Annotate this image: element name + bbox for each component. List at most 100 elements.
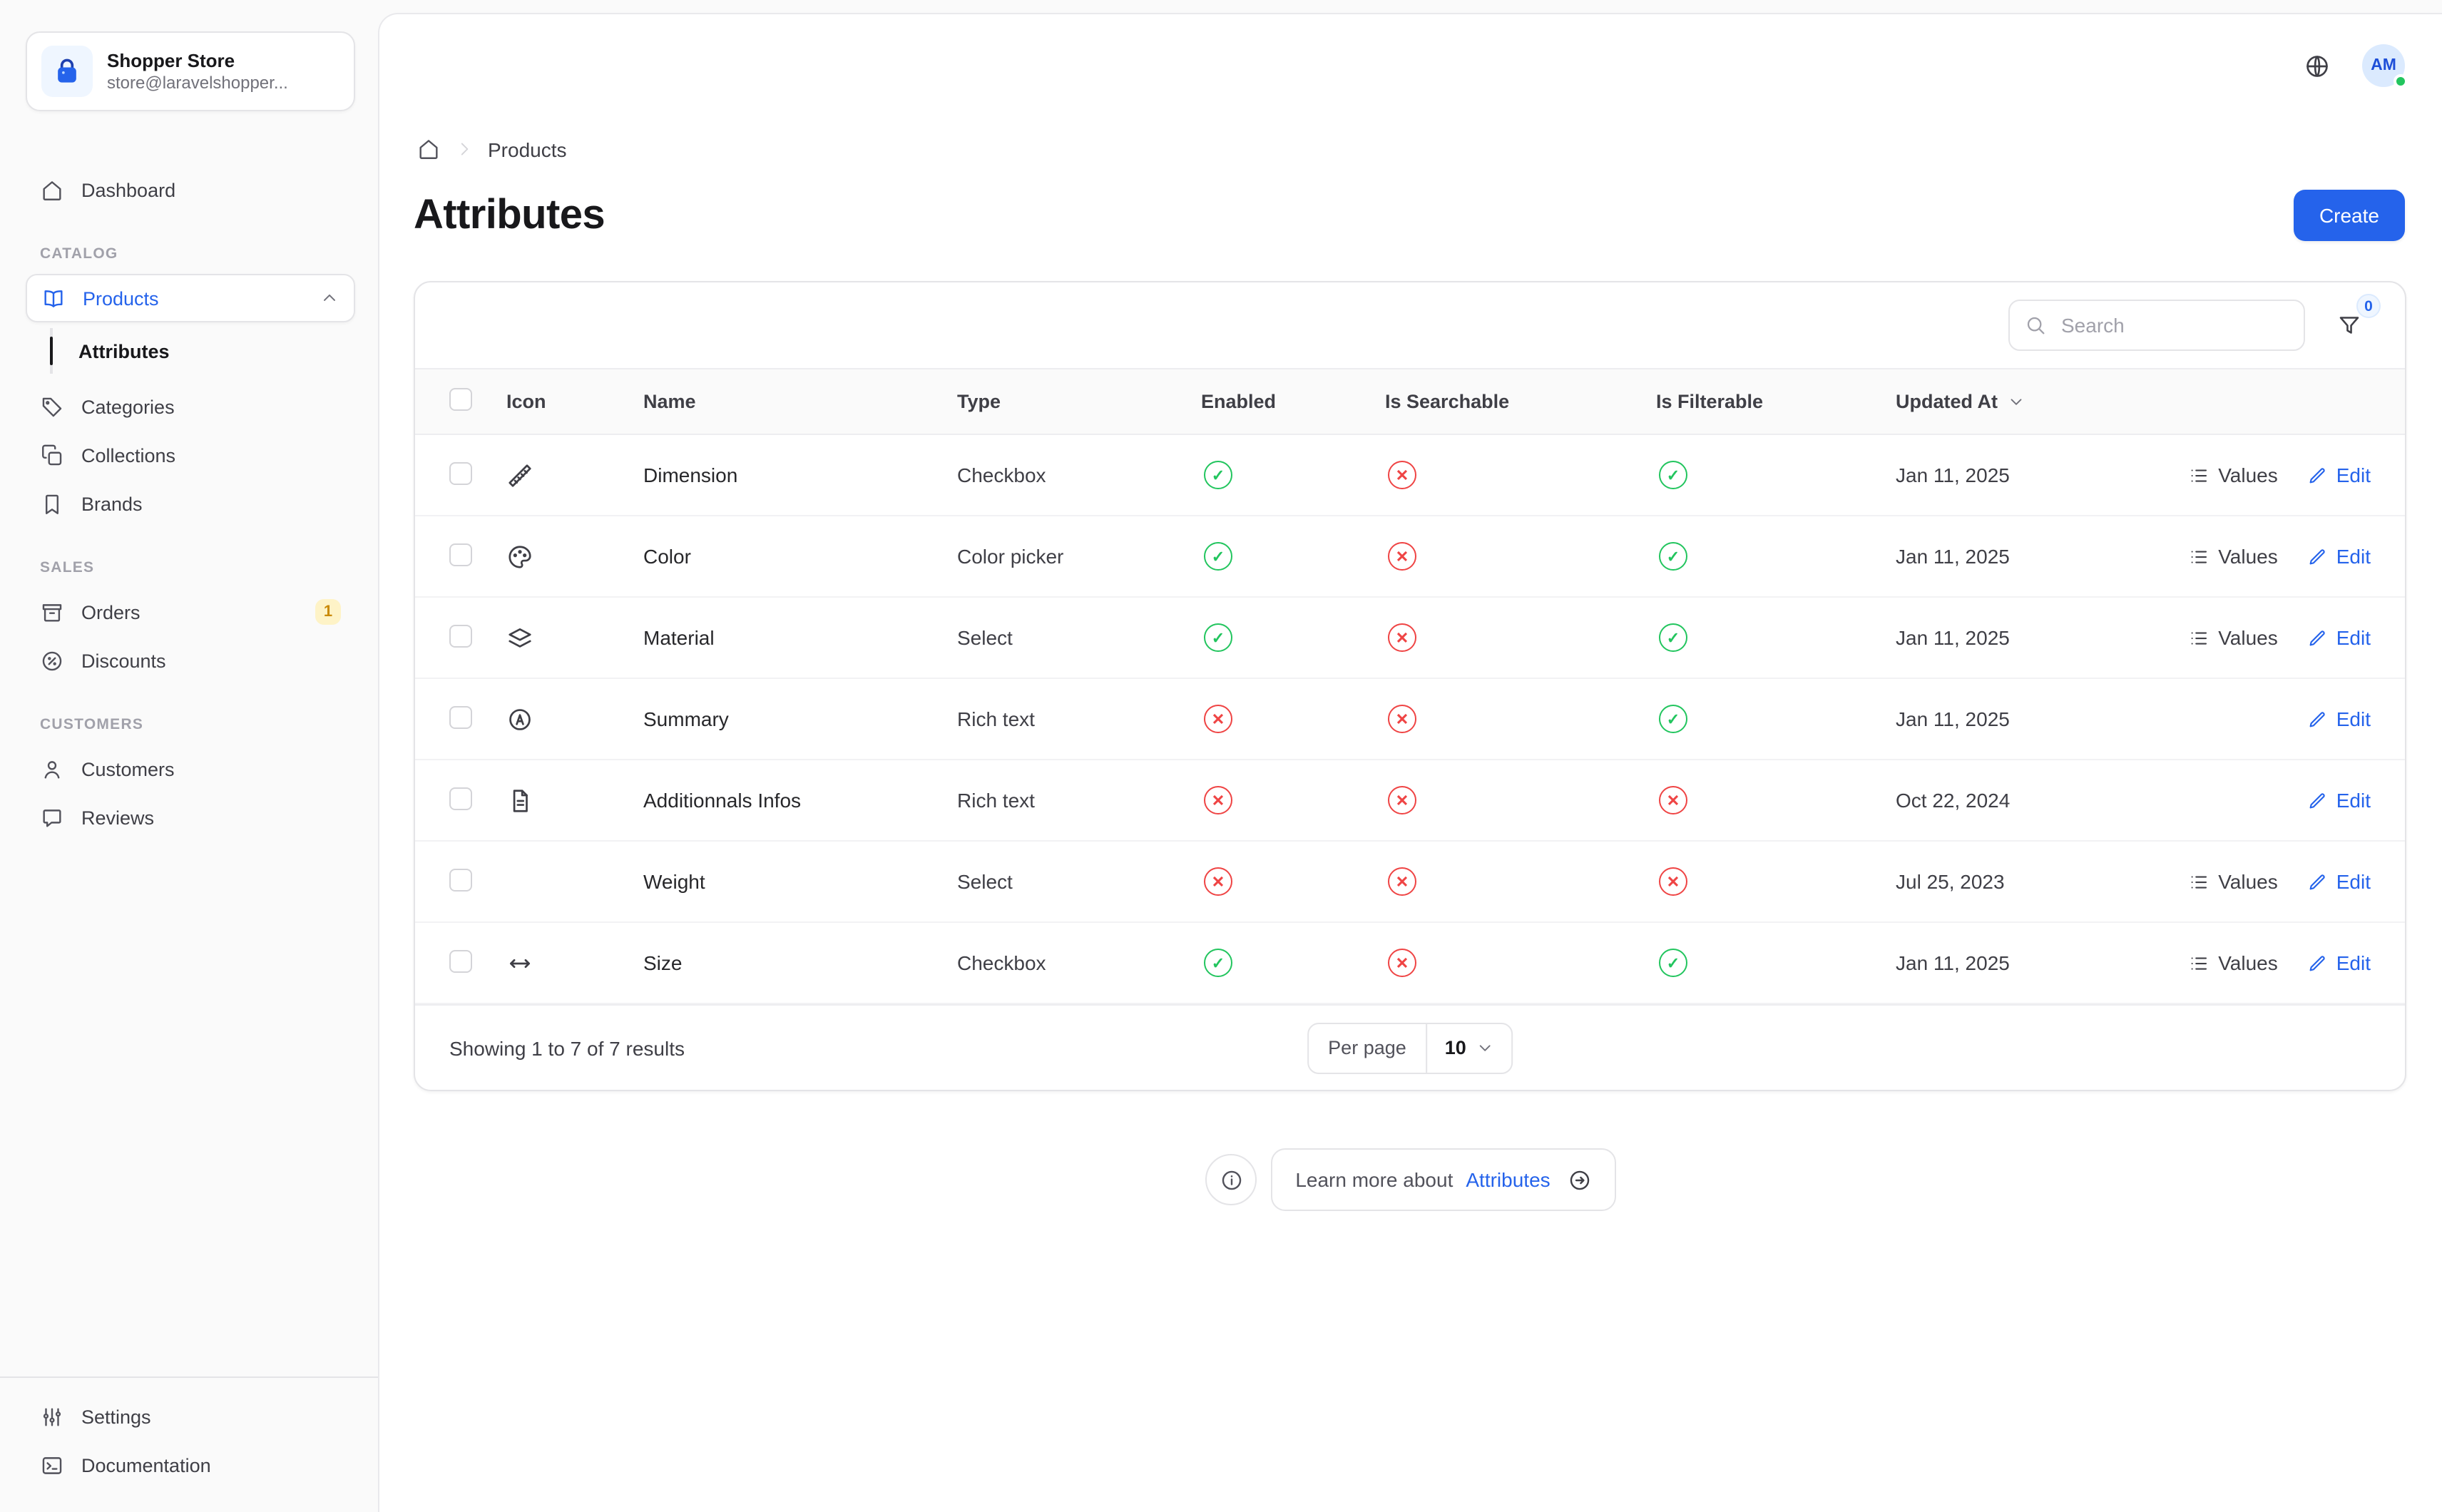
filterable-status-icon: ✓ — [1659, 461, 1687, 489]
attribute-name: Additionnals Infos — [643, 789, 957, 812]
app-root: Shopper Store store@laravelshopper... Da… — [0, 0, 2442, 1512]
edit-link[interactable]: Edit — [2306, 951, 2371, 974]
per-page-label: Per page — [1308, 1023, 1428, 1072]
attribute-type: Checkbox — [957, 951, 1201, 974]
searchable-status-icon: ✕ — [1388, 542, 1416, 571]
sidebar-nav: Dashboard CATALOG Products Attributes — [26, 165, 355, 842]
attribute-type: Color picker — [957, 545, 1201, 568]
results-summary: Showing 1 to 7 of 7 results — [449, 1036, 685, 1059]
user-avatar[interactable]: AM — [2362, 44, 2405, 87]
palette-icon — [506, 543, 643, 570]
attribute-name: Weight — [643, 870, 957, 893]
enabled-status-icon: ✓ — [1204, 623, 1232, 652]
filterable-status-icon: ✓ — [1659, 623, 1687, 652]
select-all-checkbox[interactable] — [449, 388, 472, 411]
sliders-icon — [40, 1404, 64, 1429]
orders-icon — [40, 600, 64, 624]
documentation-icon — [40, 1453, 64, 1477]
discount-icon — [40, 648, 64, 673]
edit-link[interactable]: Edit — [2306, 708, 2371, 730]
row-checkbox[interactable] — [449, 461, 472, 484]
sidebar-item-brands[interactable]: Brands — [26, 479, 355, 528]
updated-at: Jan 11, 2025 — [1896, 951, 2150, 974]
breadcrumb-home-icon[interactable] — [417, 137, 441, 161]
sidebar-item-label: Categories — [81, 396, 175, 417]
sidebar-item-orders[interactable]: Orders 1 — [26, 588, 355, 636]
row-checkbox[interactable] — [449, 543, 472, 566]
per-page-value[interactable]: 10 — [1428, 1023, 1512, 1072]
sidebar-item-label: Orders — [81, 601, 141, 623]
search-icon — [2024, 314, 2047, 337]
edit-link[interactable]: Edit — [2306, 870, 2371, 893]
edit-link[interactable]: Edit — [2306, 464, 2371, 486]
section-sales: SALES — [40, 559, 355, 576]
sidebar-item-discounts[interactable]: Discounts — [26, 636, 355, 685]
column-header-updated-at[interactable]: Updated At — [1896, 391, 2150, 412]
enabled-status-icon: ✕ — [1204, 705, 1232, 733]
products-subnav: Attributes — [50, 328, 355, 374]
filterable-status-icon: ✓ — [1659, 542, 1687, 571]
globe-icon[interactable] — [2294, 43, 2339, 88]
table-row: Dimension Checkbox ✓ ✕ ✓ Jan 11, 2025 Va… — [415, 435, 2405, 516]
values-link[interactable]: Values — [2188, 464, 2278, 486]
row-checkbox[interactable] — [449, 787, 472, 809]
sidebar-item-products[interactable]: Products — [26, 274, 355, 322]
row-checkbox[interactable] — [449, 949, 472, 972]
topbar: AM — [379, 14, 2442, 117]
search-input[interactable] — [2058, 312, 2289, 338]
learn-more-link[interactable]: Attributes — [1466, 1168, 1550, 1191]
orders-count-badge: 1 — [315, 599, 341, 625]
sidebar-item-documentation[interactable]: Documentation — [26, 1441, 355, 1489]
filterable-status-icon: ✓ — [1659, 705, 1687, 733]
values-link[interactable]: Values — [2188, 951, 2278, 974]
edit-link[interactable]: Edit — [2306, 626, 2371, 649]
arrow-right-circle-icon[interactable] — [1568, 1168, 1592, 1192]
row-checkbox[interactable] — [449, 868, 472, 891]
page-title: Attributes — [414, 192, 605, 239]
enabled-status-icon: ✓ — [1204, 542, 1232, 571]
sidebar-item-reviews[interactable]: Reviews — [26, 793, 355, 842]
store-name: Shopper Store — [107, 48, 288, 73]
sidebar-item-collections[interactable]: Collections — [26, 431, 355, 479]
ruler-icon — [506, 461, 643, 489]
sidebar-item-customers[interactable]: Customers — [26, 745, 355, 793]
row-checkbox[interactable] — [449, 624, 472, 647]
create-button[interactable]: Create — [2294, 190, 2405, 241]
sidebar-item-label: Brands — [81, 493, 143, 514]
table-row: Material Select ✓ ✕ ✓ Jan 11, 2025 Value… — [415, 598, 2405, 679]
values-link[interactable]: Values — [2188, 870, 2278, 893]
table-row: Weight Select ✕ ✕ ✕ Jul 25, 2023 Values … — [415, 842, 2405, 923]
sidebar-item-label: Products — [83, 287, 159, 309]
letter-circle-icon — [506, 705, 643, 732]
arrows-horizontal-icon — [506, 949, 643, 976]
table-row: Additionnals Infos Rich text ✕ ✕ ✕ Oct 2… — [415, 760, 2405, 842]
edit-link[interactable]: Edit — [2306, 789, 2371, 812]
sidebar-item-dashboard[interactable]: Dashboard — [26, 165, 355, 214]
attribute-name: Color — [643, 545, 957, 568]
column-header-name: Name — [643, 391, 957, 412]
sidebar-item-label: Reviews — [81, 807, 154, 828]
store-switcher[interactable]: Shopper Store store@laravelshopper... — [26, 31, 355, 111]
values-link[interactable]: Values — [2188, 545, 2278, 568]
updated-at: Jul 25, 2023 — [1896, 870, 2150, 893]
values-link[interactable]: Values — [2188, 626, 2278, 649]
updated-at: Jan 11, 2025 — [1896, 464, 2150, 486]
row-checkbox[interactable] — [449, 705, 472, 728]
document-icon — [506, 787, 643, 814]
attribute-name: Size — [643, 951, 957, 974]
store-meta: Shopper Store store@laravelshopper... — [107, 48, 288, 94]
edit-link[interactable]: Edit — [2306, 545, 2371, 568]
filter-button[interactable]: 0 — [2328, 304, 2371, 347]
searchable-status-icon: ✕ — [1388, 867, 1416, 896]
attribute-name: Material — [643, 626, 957, 649]
per-page-select[interactable]: Per page 10 — [1307, 1022, 1513, 1073]
sidebar-item-categories[interactable]: Categories — [26, 382, 355, 431]
learn-more-pill: Learn more about Attributes — [1271, 1148, 1615, 1211]
sidebar-item-attributes[interactable]: Attributes — [53, 328, 355, 374]
updated-at: Jan 11, 2025 — [1896, 545, 2150, 568]
sidebar-item-settings[interactable]: Settings — [26, 1392, 355, 1441]
search-box — [2008, 300, 2305, 351]
sidebar-item-label: Discounts — [81, 650, 166, 671]
column-header-searchable: Is Searchable — [1385, 391, 1656, 412]
book-open-icon — [41, 286, 66, 310]
